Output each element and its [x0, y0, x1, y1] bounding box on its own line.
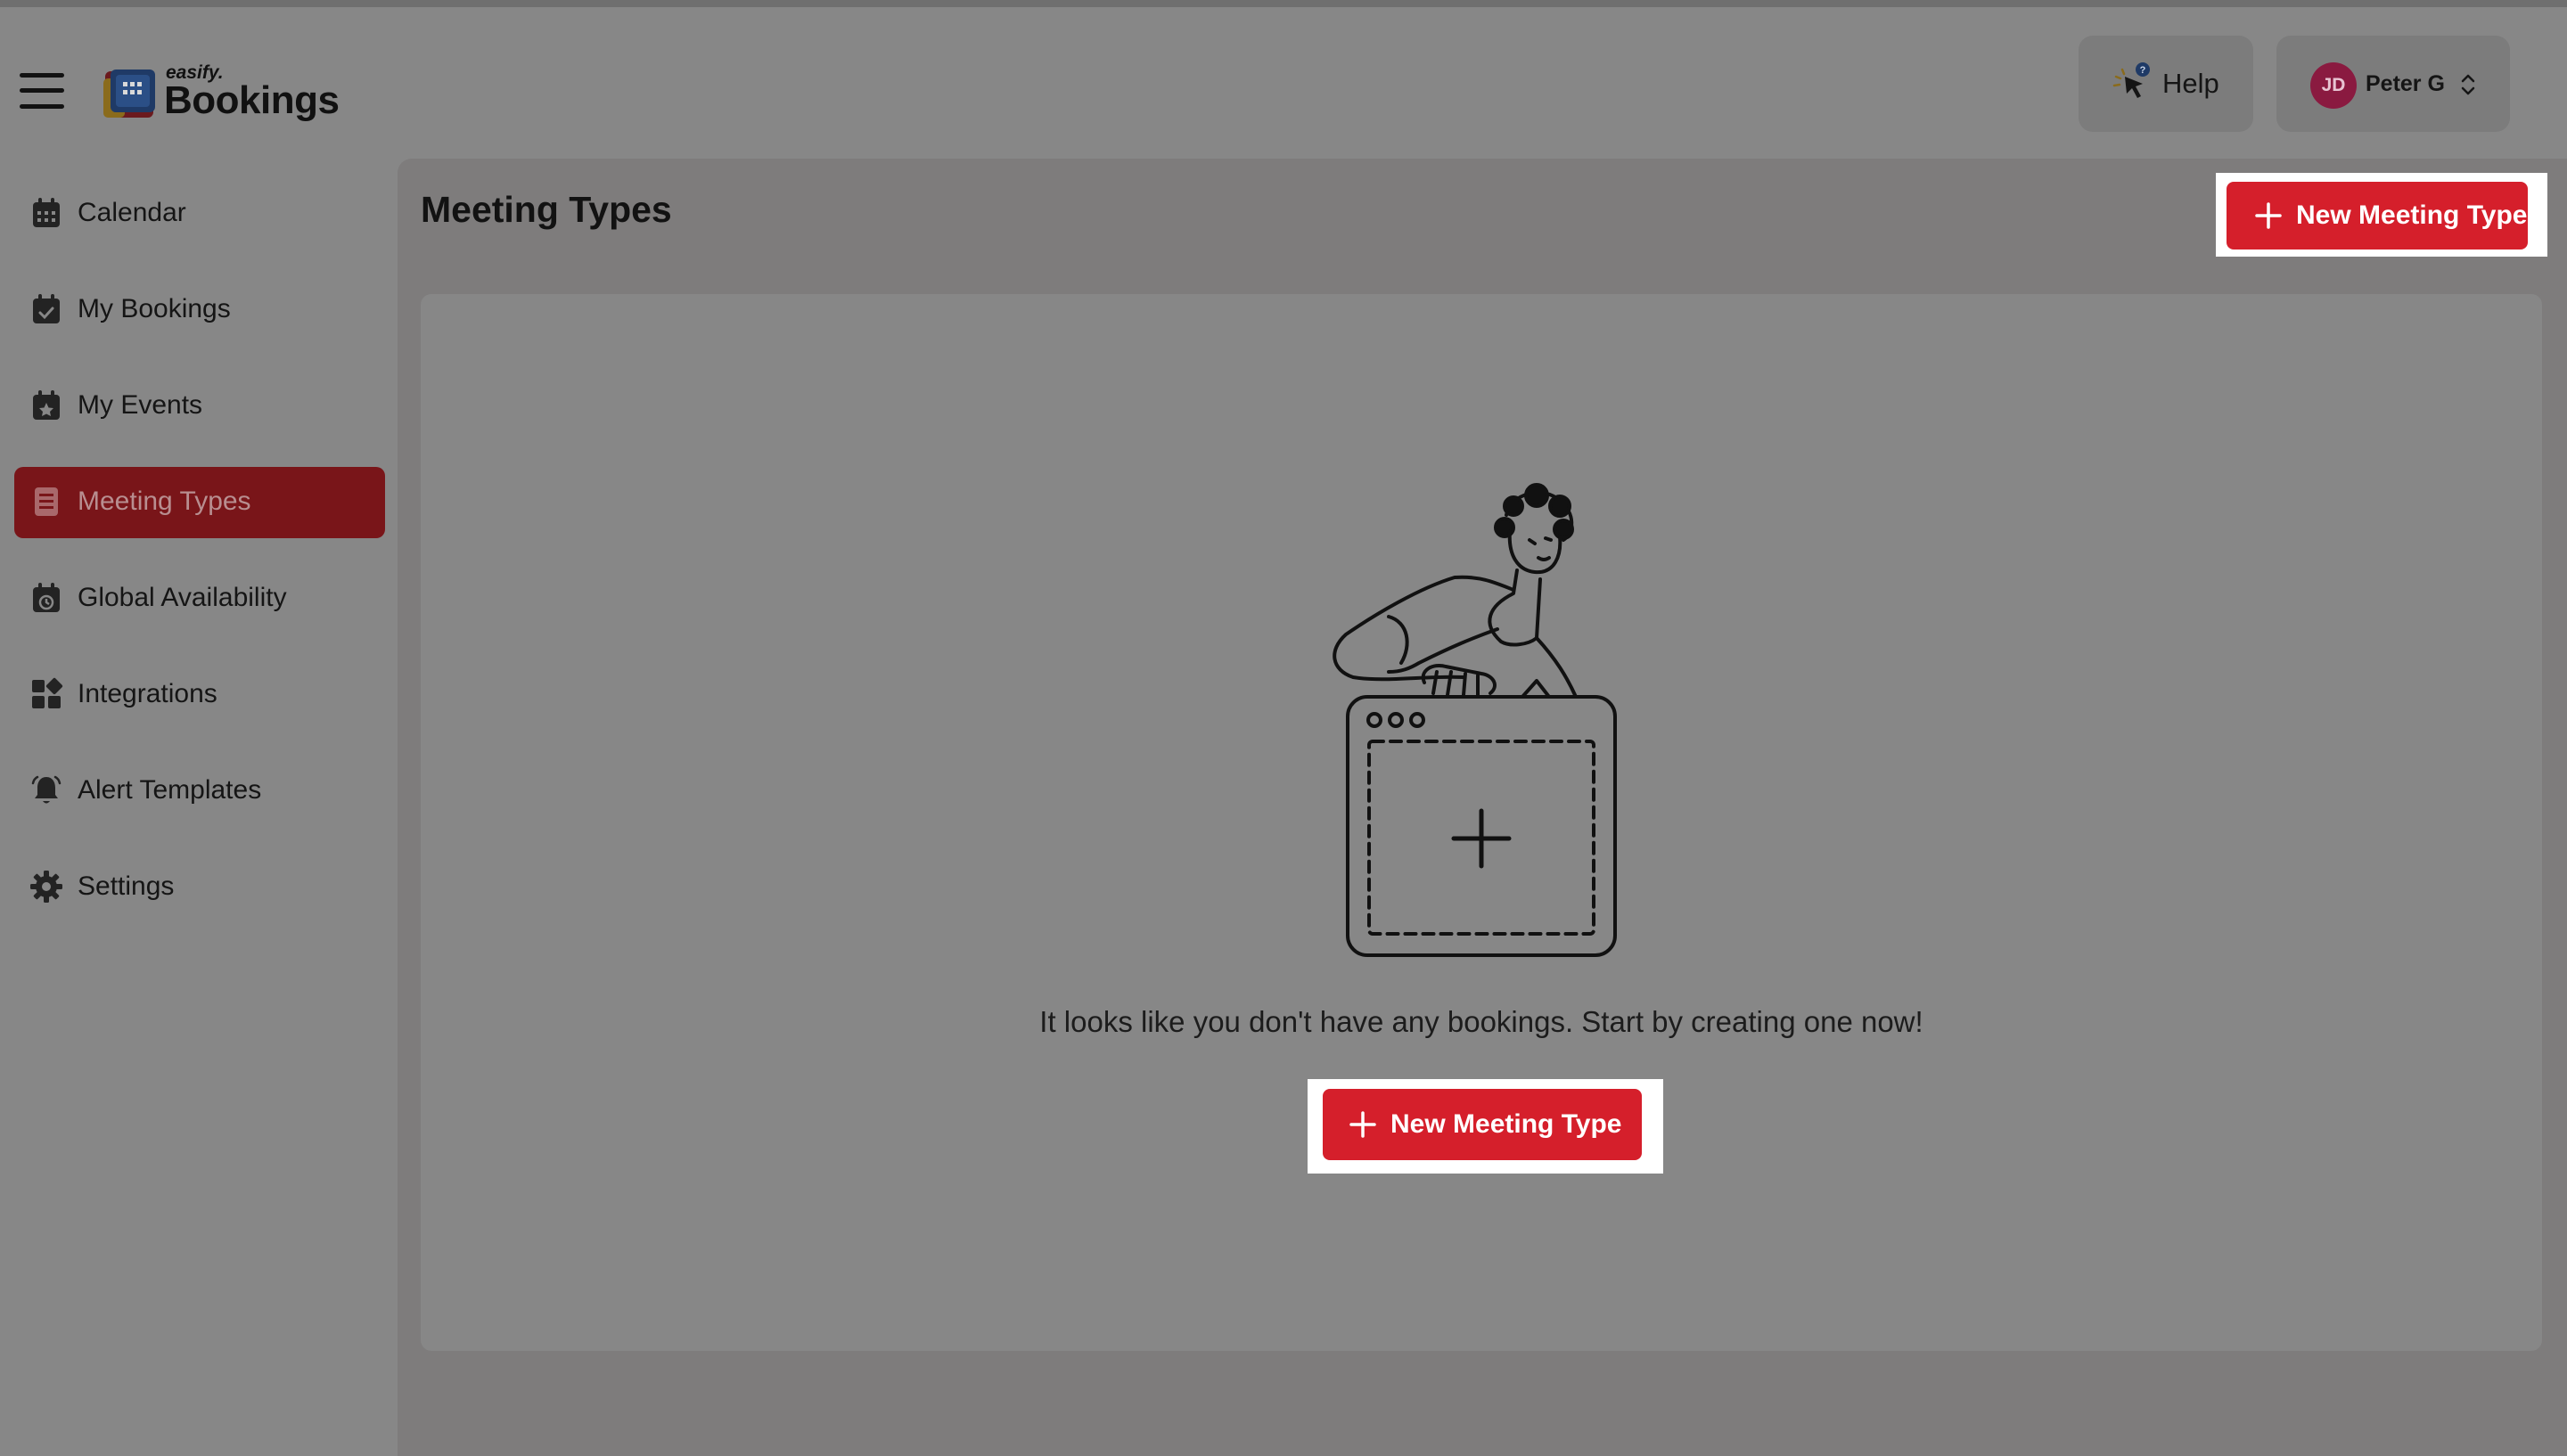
sidebar-item-global-availability[interactable]: Global Availability: [14, 563, 385, 634]
page-title: Meeting Types: [421, 189, 672, 230]
help-label: Help: [2162, 68, 2219, 99]
sidebar-item-integrations[interactable]: Integrations: [14, 659, 385, 731]
sidebar-item-my-bookings[interactable]: My Bookings: [14, 274, 385, 346]
empty-state-new-meeting-type-button[interactable]: New Meeting Type: [1323, 1089, 1642, 1160]
sidebar-item-label: Integrations: [78, 679, 217, 708]
sidebar-item-settings[interactable]: Settings: [14, 852, 385, 923]
chevron-up-down-icon: [2461, 74, 2475, 95]
user-menu-button[interactable]: JD Peter G: [2276, 36, 2510, 132]
new-meeting-type-label: New Meeting Type: [1390, 1109, 1622, 1139]
sidebar-item-label: Meeting Types: [78, 487, 251, 516]
sidebar-item-calendar[interactable]: Calendar: [14, 178, 385, 249]
window-top-border: [0, 0, 2567, 7]
empty-state-message: It looks like you don't have any booking…: [1039, 1005, 1923, 1038]
calendar-check-icon: [33, 294, 60, 323]
logo-wordmark: Bookings: [164, 78, 340, 122]
cursor-help-icon: ?: [2112, 62, 2150, 98]
avatar: JD: [2310, 62, 2357, 109]
help-badge: ?: [2140, 65, 2146, 76]
sidebar-item-label: Settings: [78, 871, 175, 901]
menu-icon[interactable]: [20, 71, 64, 110]
plus-icon: [1349, 1111, 1376, 1138]
sidebar-item-my-events[interactable]: My Events: [14, 371, 385, 442]
list-icon: [35, 487, 58, 516]
user-name: Peter G: [2366, 71, 2445, 96]
sidebar-item-label: Global Availability: [78, 583, 287, 612]
new-meeting-type-label: New Meeting Type: [2296, 200, 2528, 230]
gear-icon: [30, 871, 62, 903]
sidebar-item-alert-templates[interactable]: Alert Templates: [14, 756, 385, 827]
new-meeting-type-button[interactable]: New Meeting Type: [2227, 182, 2528, 249]
help-button[interactable]: ? Help: [2079, 36, 2253, 132]
calendar-icon: [33, 198, 60, 227]
grid-icon: [32, 677, 63, 708]
sidebar-item-meeting-types[interactable]: Meeting Types: [14, 467, 385, 538]
empty-state-illustration: [1333, 483, 1617, 957]
calendar-star-icon: [33, 390, 60, 420]
sidebar-item-label: Calendar: [78, 198, 186, 227]
plus-icon: [2255, 202, 2282, 229]
sidebar-item-label: My Bookings: [78, 294, 231, 323]
sidebar-item-label: Alert Templates: [78, 775, 262, 805]
app-logo[interactable]: easify. Bookings: [103, 61, 340, 125]
bell-icon: [31, 775, 62, 804]
calendar-clock-icon: [33, 583, 60, 612]
logo-icon: [103, 70, 155, 118]
sidebar-item-label: My Events: [78, 390, 203, 420]
